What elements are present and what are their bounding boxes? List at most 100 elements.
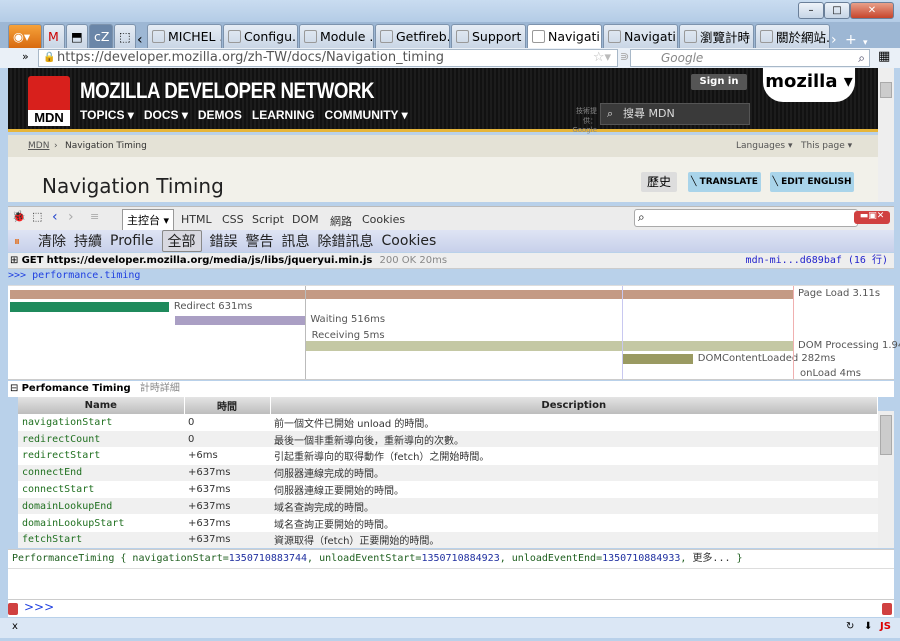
column-time[interactable]: 時間: [184, 397, 271, 414]
page-scrollbar[interactable]: [878, 68, 894, 202]
table-row[interactable]: domainLookupStart +637ms 域名查詢正要開始的時間。: [18, 514, 878, 533]
filter-info[interactable]: 訊息: [282, 231, 310, 251]
firefox-menu-button[interactable]: ◉▾: [8, 24, 42, 48]
inspect-icon[interactable]: ⬚: [32, 210, 42, 223]
tab-label: Configu...: [244, 29, 298, 44]
nav-docs[interactable]: DOCS ▾: [144, 108, 188, 122]
nav-community[interactable]: COMMUNITY ▾: [325, 108, 408, 122]
url-bar[interactable]: 🔒 https://developer.mozilla.org/zh-TW/doc…: [38, 49, 618, 67]
breadcrumb-mdn[interactable]: MDN: [28, 135, 49, 157]
this-page-menu[interactable]: This page ▾: [801, 135, 852, 157]
gmail-app-tab[interactable]: M: [43, 24, 65, 48]
clear-button[interactable]: 清除: [38, 231, 66, 251]
expand-icon[interactable]: ⊞: [8, 255, 18, 266]
app-tab[interactable]: cZ: [89, 24, 113, 48]
browser-tab[interactable]: 關於網站...: [755, 24, 830, 48]
filter-cookies[interactable]: Cookies: [382, 233, 437, 249]
search-bar[interactable]: Google ⌕: [630, 49, 870, 67]
refresh-icon[interactable]: ↻: [846, 618, 854, 636]
browser-tab[interactable]: Navigati...: [603, 24, 678, 48]
mozilla-tab[interactable]: mozilla ▾: [763, 68, 855, 102]
table-row[interactable]: connectEnd +637ms 伺服器連線完成的時間。: [18, 464, 878, 482]
more-link[interactable]: 更多...: [692, 553, 730, 564]
app-tab[interactable]: ⬚: [114, 24, 136, 48]
table-row[interactable]: redirectStart +6ms 引起重新導向的取得動作（fetch）之開始時間…: [18, 447, 878, 465]
timeline-marker-line: [621, 286, 623, 379]
command-line[interactable]: >>>: [8, 599, 894, 617]
translate-button[interactable]: ╲ TRANSLATE: [688, 172, 761, 192]
panel-script[interactable]: Script: [252, 213, 284, 226]
minimize-button[interactable]: –: [798, 2, 824, 19]
filter-debug[interactable]: 除錯訊息: [318, 231, 374, 251]
mdn-logo[interactable]: MDN: [28, 76, 70, 126]
list-icon[interactable]: ≡: [90, 210, 99, 223]
browser-tab[interactable]: 瀏覽計時: [679, 24, 754, 48]
browser-tab[interactable]: Module ...: [299, 24, 374, 48]
browser-tab[interactable]: Support ...: [451, 24, 526, 48]
table-row[interactable]: navigationStart 0 前一個文件已開始 unload 的時間。: [18, 414, 878, 432]
table-row[interactable]: fetchStart +637ms 資源取得（fetch）正要開始的時間。: [18, 531, 878, 548]
panel-dom[interactable]: DOM: [292, 213, 319, 226]
edit-english-button[interactable]: ╲ EDIT ENGLISH: [770, 172, 854, 192]
close-window-button[interactable]: ✕: [850, 2, 894, 19]
new-tab-icon[interactable]: +: [845, 32, 863, 48]
nav-learning[interactable]: LEARNING: [252, 108, 315, 122]
console-menu-icon[interactable]: [8, 603, 18, 615]
firebug-window-controls[interactable]: ▬▣✕: [854, 211, 890, 224]
panel-select[interactable]: 主控台 ▾: [122, 209, 175, 231]
scroll-tabs-right-icon[interactable]: ›: [831, 32, 845, 48]
persist-button[interactable]: 持續: [74, 231, 102, 251]
app-tab[interactable]: ⬒: [66, 24, 88, 48]
panel-html[interactable]: HTML: [181, 213, 212, 226]
table-row[interactable]: connectStart +637ms 伺服器連線正要開始的時間。: [18, 481, 878, 499]
download-icon[interactable]: ⬇: [864, 618, 872, 636]
error-break-icon[interactable]: ⏸: [14, 234, 20, 249]
filter-all[interactable]: 全部: [161, 230, 202, 252]
browser-tab[interactable]: MICHEL ...: [147, 24, 222, 48]
back-icon[interactable]: ‹: [52, 209, 58, 225]
rss-icon[interactable]: ⋑: [620, 50, 629, 63]
close-addon-bar[interactable]: x: [12, 621, 18, 632]
firebug-icon[interactable]: 🐞: [12, 210, 26, 223]
history-button[interactable]: 歷史: [641, 172, 677, 192]
table-row[interactable]: domainLookupEnd +637ms 域名查詢完成的時間。: [18, 497, 878, 516]
js-icon[interactable]: JS: [880, 618, 891, 636]
collapse-icon[interactable]: ⊟: [8, 383, 18, 394]
column-description[interactable]: Description: [270, 397, 878, 414]
bookmark-star-icon[interactable]: ☆▾: [593, 50, 611, 66]
maximize-button[interactable]: □: [824, 2, 850, 19]
languages-menu[interactable]: Languages ▾: [736, 135, 792, 157]
site-title[interactable]: MOZILLA DEVELOPER NETWORK: [80, 78, 375, 104]
page-title: Navigation Timing: [42, 174, 224, 198]
request-log-row[interactable]: ⊞ GET https://developer.mozilla.org/medi…: [8, 253, 894, 269]
filter-warnings[interactable]: 警告: [246, 231, 274, 251]
filter-errors[interactable]: 錯誤: [210, 231, 238, 251]
perf-section-header[interactable]: ⊟ Perfomance Timing 計時詳細: [8, 381, 894, 397]
overflow-chevron-icon[interactable]: »: [22, 50, 29, 63]
nav-demos[interactable]: DEMOS: [198, 108, 242, 122]
grid-icon[interactable]: ▦: [878, 49, 890, 64]
panel-cookies[interactable]: Cookies: [362, 213, 405, 226]
table-row[interactable]: redirectCount 0 最後一個非重新導向後，重新導向的次數。: [18, 430, 878, 449]
source-link[interactable]: mdn-mi...d689baf (16 行): [746, 253, 888, 269]
firebug-search-input[interactable]: ⌕: [634, 209, 858, 227]
column-name[interactable]: Name: [18, 397, 185, 414]
panel-css[interactable]: CSS: [222, 213, 244, 226]
nav-topics[interactable]: TOPICS ▾: [80, 108, 134, 122]
command-echo: >>> performance.timing: [8, 270, 141, 281]
sign-in-button[interactable]: Sign in: [691, 74, 747, 90]
browser-tab[interactable]: Navigati...: [527, 24, 602, 48]
list-tabs-icon[interactable]: ▾: [863, 38, 875, 48]
expand-editor-icon[interactable]: [882, 603, 892, 615]
browser-tab[interactable]: Getfireb...: [375, 24, 450, 48]
table-scrollbar[interactable]: [878, 411, 894, 548]
profile-button[interactable]: Profile: [110, 233, 154, 249]
forward-icon[interactable]: ›: [68, 209, 74, 225]
scroll-tabs-left-icon[interactable]: ‹: [137, 32, 147, 48]
search-icon[interactable]: ⌕: [858, 50, 865, 66]
mdn-search-input[interactable]: ⌕ 搜尋 MDN: [600, 103, 750, 125]
panel-network[interactable]: 網路: [330, 213, 352, 229]
request-url[interactable]: https://developer.mozilla.org/media/js/l…: [47, 255, 373, 266]
browser-tab[interactable]: Configu...: [223, 24, 298, 48]
console-result[interactable]: PerformanceTiming { navigationStart=1350…: [8, 549, 894, 569]
